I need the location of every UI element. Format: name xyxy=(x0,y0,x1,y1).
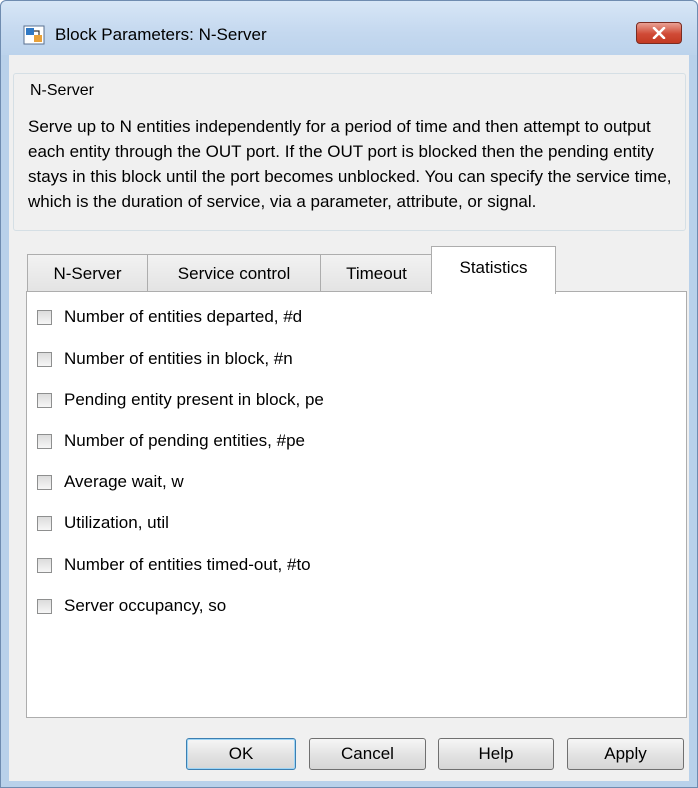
dialog-client-area: N-Server Serve up to N entities independ… xyxy=(9,55,689,781)
title-bar[interactable]: Block Parameters: N-Server xyxy=(1,1,697,55)
stat-pending-present-checkbox[interactable] xyxy=(37,392,52,408)
stat-pending-count-checkbox[interactable] xyxy=(37,433,52,449)
tab-statistics[interactable]: Statistics xyxy=(431,246,556,294)
close-icon xyxy=(652,27,666,39)
apply-button[interactable]: Apply xyxy=(567,738,684,770)
stat-utilization-row[interactable]: Utilization, util xyxy=(37,511,169,535)
stat-occupancy-row[interactable]: Server occupancy, so xyxy=(37,594,226,618)
stat-departed-row[interactable]: Number of entities departed, #d xyxy=(37,305,302,329)
stat-utilization-label[interactable]: Utilization, util xyxy=(64,513,169,533)
stat-average-wait-checkbox[interactable] xyxy=(37,474,52,490)
group-legend: N-Server xyxy=(26,82,99,100)
stat-departed-label[interactable]: Number of entities departed, #d xyxy=(64,307,302,327)
ok-button[interactable]: OK xyxy=(186,738,296,770)
stat-pending-present-label[interactable]: Pending entity present in block, pe xyxy=(64,390,324,410)
stat-average-wait-row[interactable]: Average wait, w xyxy=(37,470,184,494)
stat-occupancy-label[interactable]: Server occupancy, so xyxy=(64,596,226,616)
stat-timed-out-checkbox[interactable] xyxy=(37,557,52,573)
stat-in-block-label[interactable]: Number of entities in block, #n xyxy=(64,349,293,369)
simulink-block-icon xyxy=(23,25,45,45)
close-button[interactable] xyxy=(636,22,682,44)
stat-occupancy-checkbox[interactable] xyxy=(37,598,52,614)
stat-departed-checkbox[interactable] xyxy=(37,309,52,325)
stat-utilization-checkbox[interactable] xyxy=(37,515,52,531)
cancel-button[interactable]: Cancel xyxy=(309,738,426,770)
window-title: Block Parameters: N-Server xyxy=(55,25,267,44)
tab-n-server[interactable]: N-Server xyxy=(27,254,148,292)
stat-in-block-checkbox[interactable] xyxy=(37,351,52,367)
stat-timed-out-label[interactable]: Number of entities timed-out, #to xyxy=(64,555,311,575)
stat-in-block-row[interactable]: Number of entities in block, #n xyxy=(37,347,293,371)
block-description: Serve up to N entities independently for… xyxy=(28,117,672,211)
description-group: N-Server Serve up to N entities independ… xyxy=(13,73,686,231)
tab-service-control[interactable]: Service control xyxy=(147,254,321,292)
stat-timed-out-row[interactable]: Number of entities timed-out, #to xyxy=(37,553,311,577)
tab-timeout[interactable]: Timeout xyxy=(320,254,433,292)
stat-average-wait-label[interactable]: Average wait, w xyxy=(64,472,184,492)
stat-pending-count-label[interactable]: Number of pending entities, #pe xyxy=(64,431,305,451)
dialog-window: Block Parameters: N-Server N-Server Serv… xyxy=(0,0,698,788)
stat-pending-count-row[interactable]: Number of pending entities, #pe xyxy=(37,429,305,453)
help-button[interactable]: Help xyxy=(438,738,554,770)
statistics-panel: Number of entities departed, #d Number o… xyxy=(26,291,687,718)
stat-pending-present-row[interactable]: Pending entity present in block, pe xyxy=(37,388,324,412)
